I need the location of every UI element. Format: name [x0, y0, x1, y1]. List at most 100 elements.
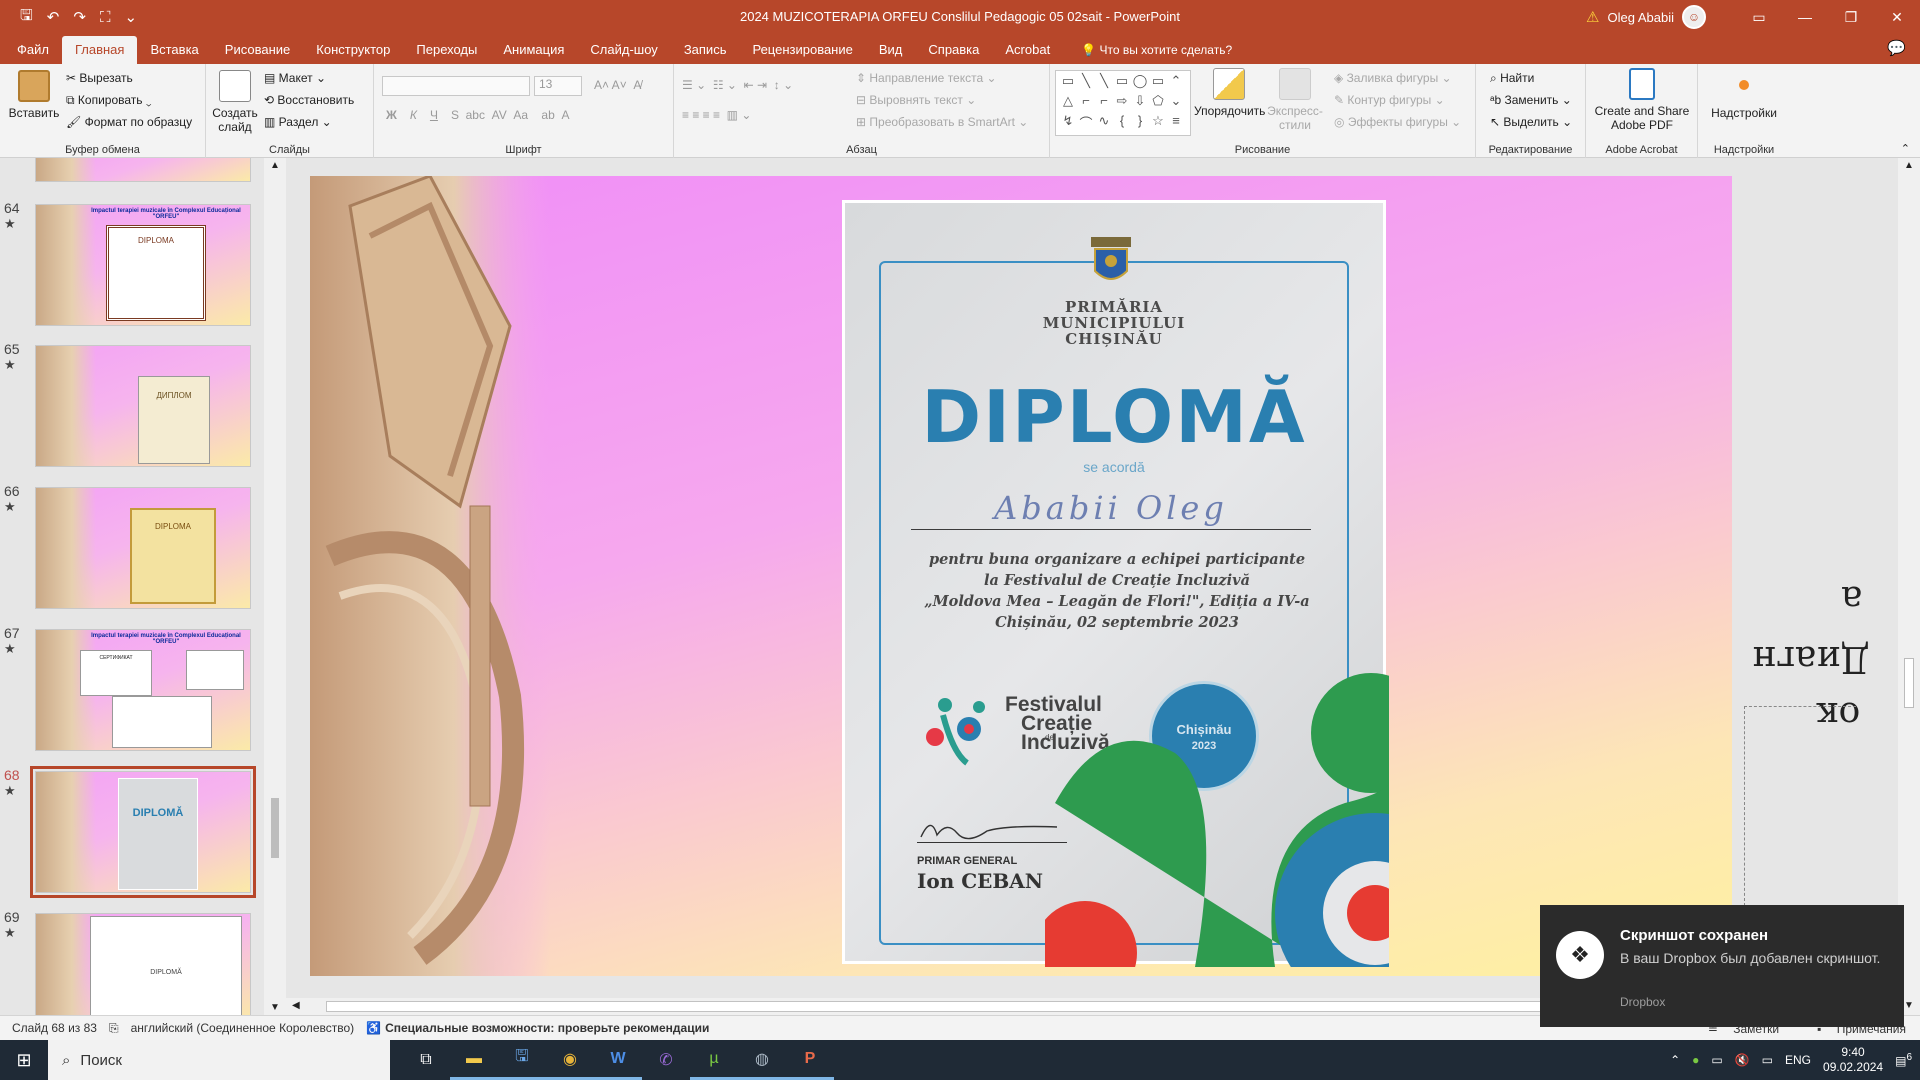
- offslide-text-box[interactable]: а Диагн ок: [1720, 578, 1870, 906]
- tab-review[interactable]: Рецензирование: [739, 36, 865, 64]
- accessibility-status[interactable]: Специальные возможности: проверьте реком…: [385, 1021, 709, 1035]
- smartart-button[interactable]: ⊞ Преобразовать в SmartArt ⌄: [856, 112, 1028, 132]
- shape-outline-button[interactable]: ✎ Контур фигуры ⌄: [1334, 90, 1445, 110]
- font-name-input[interactable]: [382, 76, 530, 96]
- file-explorer-icon[interactable]: ▬: [450, 1040, 498, 1080]
- section-button[interactable]: ▥ Раздел ⌄: [264, 112, 332, 132]
- app-icon[interactable]: ◍: [738, 1040, 786, 1080]
- dropbox-icon: ❖: [1556, 931, 1604, 979]
- tab-animations[interactable]: Анимация: [490, 36, 577, 64]
- tell-me-box[interactable]: 💡 Что вы хотите сделать?: [1081, 36, 1232, 64]
- restore-button[interactable]: ❐: [1828, 0, 1874, 34]
- tray-chevron-icon[interactable]: ⌃: [1670, 1053, 1680, 1067]
- viber-icon[interactable]: ✆: [642, 1040, 690, 1080]
- slide-number: 64 ★: [4, 200, 20, 232]
- font-size-buttons[interactable]: A˄ A˅ A̸: [594, 78, 641, 92]
- slideshow-from-start-icon[interactable]: ⛶: [100, 9, 111, 26]
- spellcheck-icon[interactable]: ⎘: [109, 1021, 119, 1036]
- language-indicator[interactable]: английский (Соединенное Королевство): [131, 1021, 355, 1035]
- dropbox-notification[interactable]: ❖ Скриншот сохранен В ваш Dropbox был до…: [1540, 905, 1904, 1027]
- slide-thumbnail[interactable]: Impactul terapiei muzicale în Complexul …: [35, 204, 251, 326]
- scroll-left-icon[interactable]: ◀: [292, 1000, 300, 1011]
- reset-button[interactable]: ⟲ Восстановить: [264, 90, 354, 110]
- arrange-button[interactable]: Упорядочить: [1194, 68, 1265, 118]
- quick-styles-button[interactable]: Экспресс-стили: [1264, 68, 1326, 132]
- font-size-input[interactable]: 13: [534, 76, 582, 96]
- minimize-button[interactable]: —: [1782, 0, 1828, 34]
- slide-thumbnail[interactable]: ДИПЛОМ: [35, 345, 251, 467]
- collapse-ribbon-icon[interactable]: ⌃: [1901, 142, 1910, 155]
- save-app-icon[interactable]: 🖫: [498, 1040, 546, 1080]
- comments-icon[interactable]: 💬: [1887, 39, 1906, 57]
- power-icon[interactable]: ▭: [1711, 1053, 1722, 1067]
- tab-draw[interactable]: Рисование: [212, 36, 303, 64]
- notification-center-icon[interactable]: ▤6: [1895, 1052, 1912, 1068]
- paste-button[interactable]: Вставить: [6, 70, 62, 120]
- scroll-up-icon[interactable]: ▲: [270, 160, 280, 171]
- redo-icon[interactable]: ↷: [73, 8, 86, 26]
- scroll-down-icon[interactable]: ▼: [270, 1002, 280, 1013]
- slide-thumbnail-active[interactable]: DIPLOMĂ: [30, 766, 256, 898]
- security-icon[interactable]: ●: [1692, 1053, 1699, 1067]
- input-language[interactable]: ENG: [1785, 1053, 1811, 1067]
- save-icon[interactable]: 🖫: [20, 5, 33, 30]
- slide-thumbnail[interactable]: [35, 158, 251, 182]
- scroll-up-icon[interactable]: ▲: [1904, 160, 1914, 171]
- addins-button[interactable]: Надстройки: [1704, 72, 1784, 120]
- scroll-down-icon[interactable]: ▼: [1904, 1000, 1914, 1011]
- powerpoint-icon[interactable]: P: [786, 1040, 834, 1080]
- slide-thumbnail[interactable]: Impactul terapiei muzicale în Complexul …: [35, 629, 251, 751]
- shape-effects-button[interactable]: ◎ Эффекты фигуры ⌄: [1334, 112, 1461, 132]
- align-text-button[interactable]: ⊟ Выровнять текст ⌄: [856, 90, 976, 110]
- account[interactable]: ⚠ Oleg Ababii ☺: [1586, 5, 1706, 29]
- close-button[interactable]: ✕: [1874, 0, 1920, 34]
- clock-date: 09.02.2024: [1823, 1060, 1884, 1074]
- cut-button[interactable]: ✂ Вырезать: [66, 68, 133, 88]
- clock[interactable]: 9:40 09.02.2024: [1823, 1045, 1883, 1075]
- text-direction-button[interactable]: ⇕ Направление текста ⌄: [856, 68, 997, 88]
- replace-button[interactable]: ᵃb Заменить ⌄: [1490, 90, 1572, 110]
- scrollbar-thumb[interactable]: [271, 798, 279, 858]
- network-icon[interactable]: ▭: [1762, 1053, 1773, 1067]
- slide-thumbnail[interactable]: DIPLOMĂ: [35, 913, 251, 1015]
- shapes-gallery[interactable]: ▭ ╲ ╲ ▭ ◯ ▭ ⌃ △ ⌐ ⌐ ⇨ ⇩ ⬠ ⌄ ↯ ⌒ ∿{} ☆ ≡: [1055, 70, 1191, 136]
- format-painter-button[interactable]: 🖌 Формат по образцу: [66, 112, 192, 132]
- list-buttons[interactable]: ☰ ⌄ ☷ ⌄ ⇤ ⇥ ↕ ⌄: [682, 78, 793, 92]
- tab-design[interactable]: Конструктор: [303, 36, 403, 64]
- slide-canvas[interactable]: PRIMĂRIA MUNICIPIULUI CHIȘINĂU DIPLOMĂ s…: [310, 176, 1732, 976]
- tab-home[interactable]: Главная: [61, 36, 138, 64]
- task-view-icon[interactable]: ⧉: [402, 1040, 450, 1080]
- scrollbar-thumb[interactable]: [326, 1001, 1626, 1012]
- slide-thumbnail[interactable]: DIPLOMA: [35, 487, 251, 609]
- utorrent-icon[interactable]: µ: [690, 1040, 738, 1080]
- tab-insert[interactable]: Вставка: [137, 36, 211, 64]
- tab-file[interactable]: Файл: [4, 36, 62, 64]
- create-pdf-button[interactable]: Create and Share Adobe PDF: [1588, 68, 1696, 132]
- tab-view[interactable]: Вид: [866, 36, 916, 64]
- avatar[interactable]: ☺: [1682, 5, 1706, 29]
- shape-fill-button[interactable]: ◈ Заливка фигуры ⌄: [1334, 68, 1452, 88]
- volume-icon[interactable]: 🔇: [1735, 1053, 1750, 1067]
- font-format-buttons[interactable]: ЖКЧS abc AV Aa ab A: [386, 108, 569, 122]
- tab-slideshow[interactable]: Слайд-шоу: [577, 36, 670, 64]
- select-button[interactable]: ↖ Выделить ⌄: [1490, 112, 1572, 132]
- scrollbar-thumb[interactable]: [1904, 658, 1914, 708]
- tab-record[interactable]: Запись: [671, 36, 740, 64]
- copy-button[interactable]: ⧉ Копировать ⌄: [66, 90, 152, 110]
- tab-transitions[interactable]: Переходы: [403, 36, 490, 64]
- ribbon-display-options-icon[interactable]: ▭: [1736, 0, 1782, 34]
- find-button[interactable]: ⌕ Найти: [1490, 68, 1534, 88]
- new-slide-button[interactable]: Создать слайд: [212, 70, 258, 134]
- tab-help[interactable]: Справка: [915, 36, 992, 64]
- chrome-icon[interactable]: ◉: [546, 1040, 594, 1080]
- align-buttons[interactable]: ≡ ≡ ≡ ≡ ▥ ⌄: [682, 108, 751, 122]
- tab-acrobat[interactable]: Acrobat: [992, 36, 1063, 64]
- layout-button[interactable]: ▤ Макет ⌄: [264, 68, 326, 88]
- windows-start-icon[interactable]: ⊞: [0, 1040, 48, 1080]
- word-icon[interactable]: W: [594, 1040, 642, 1080]
- thumbnail-scrollbar[interactable]: ▲ ▼: [264, 158, 286, 1015]
- vertical-scrollbar[interactable]: ▲ ▼: [1898, 158, 1920, 1015]
- customize-qat-icon[interactable]: ⌄: [124, 8, 137, 26]
- undo-icon[interactable]: ↶: [47, 8, 60, 26]
- taskbar-search[interactable]: ⌕ Поиск: [48, 1040, 390, 1080]
